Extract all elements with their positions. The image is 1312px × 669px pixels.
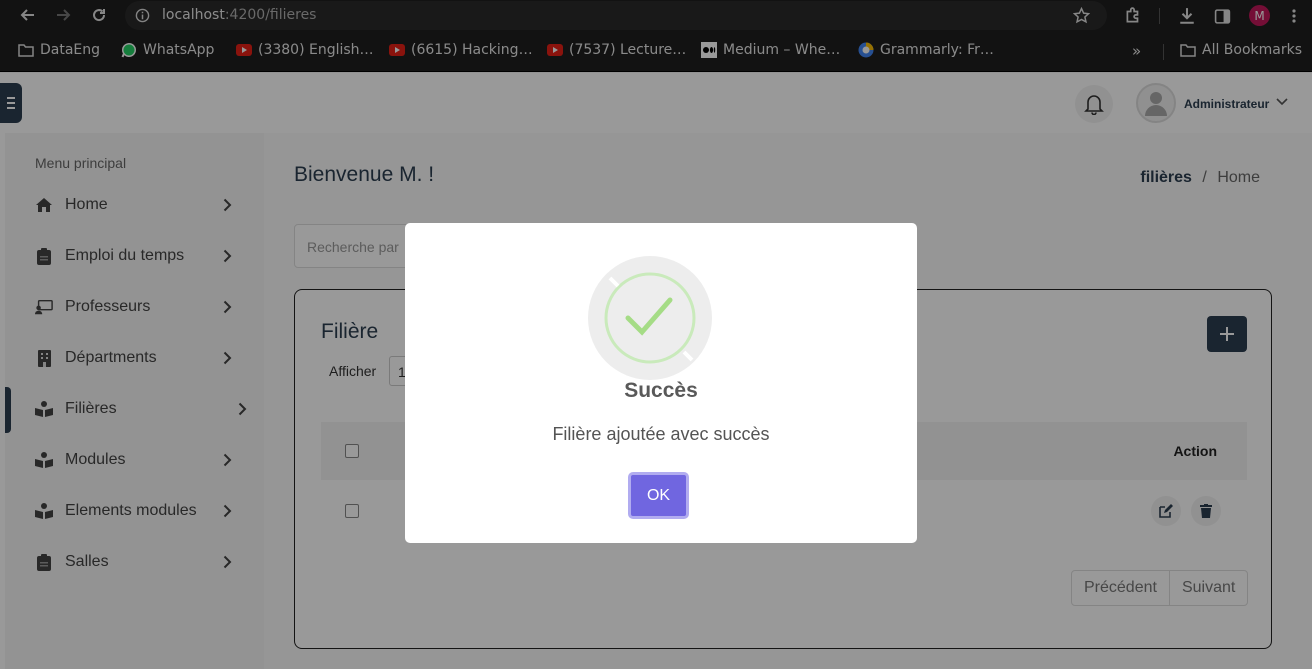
success-dialog: Succès Filière ajoutée avec succès OK xyxy=(405,223,917,543)
dialog-title: Succès xyxy=(624,379,698,402)
ok-button[interactable]: OK xyxy=(628,472,689,519)
dialog-message: Filière ajoutée avec succès xyxy=(552,424,770,444)
success-check-icon xyxy=(588,256,712,380)
modal-backdrop[interactable]: Succès Filière ajoutée avec succès OK xyxy=(0,0,1312,669)
